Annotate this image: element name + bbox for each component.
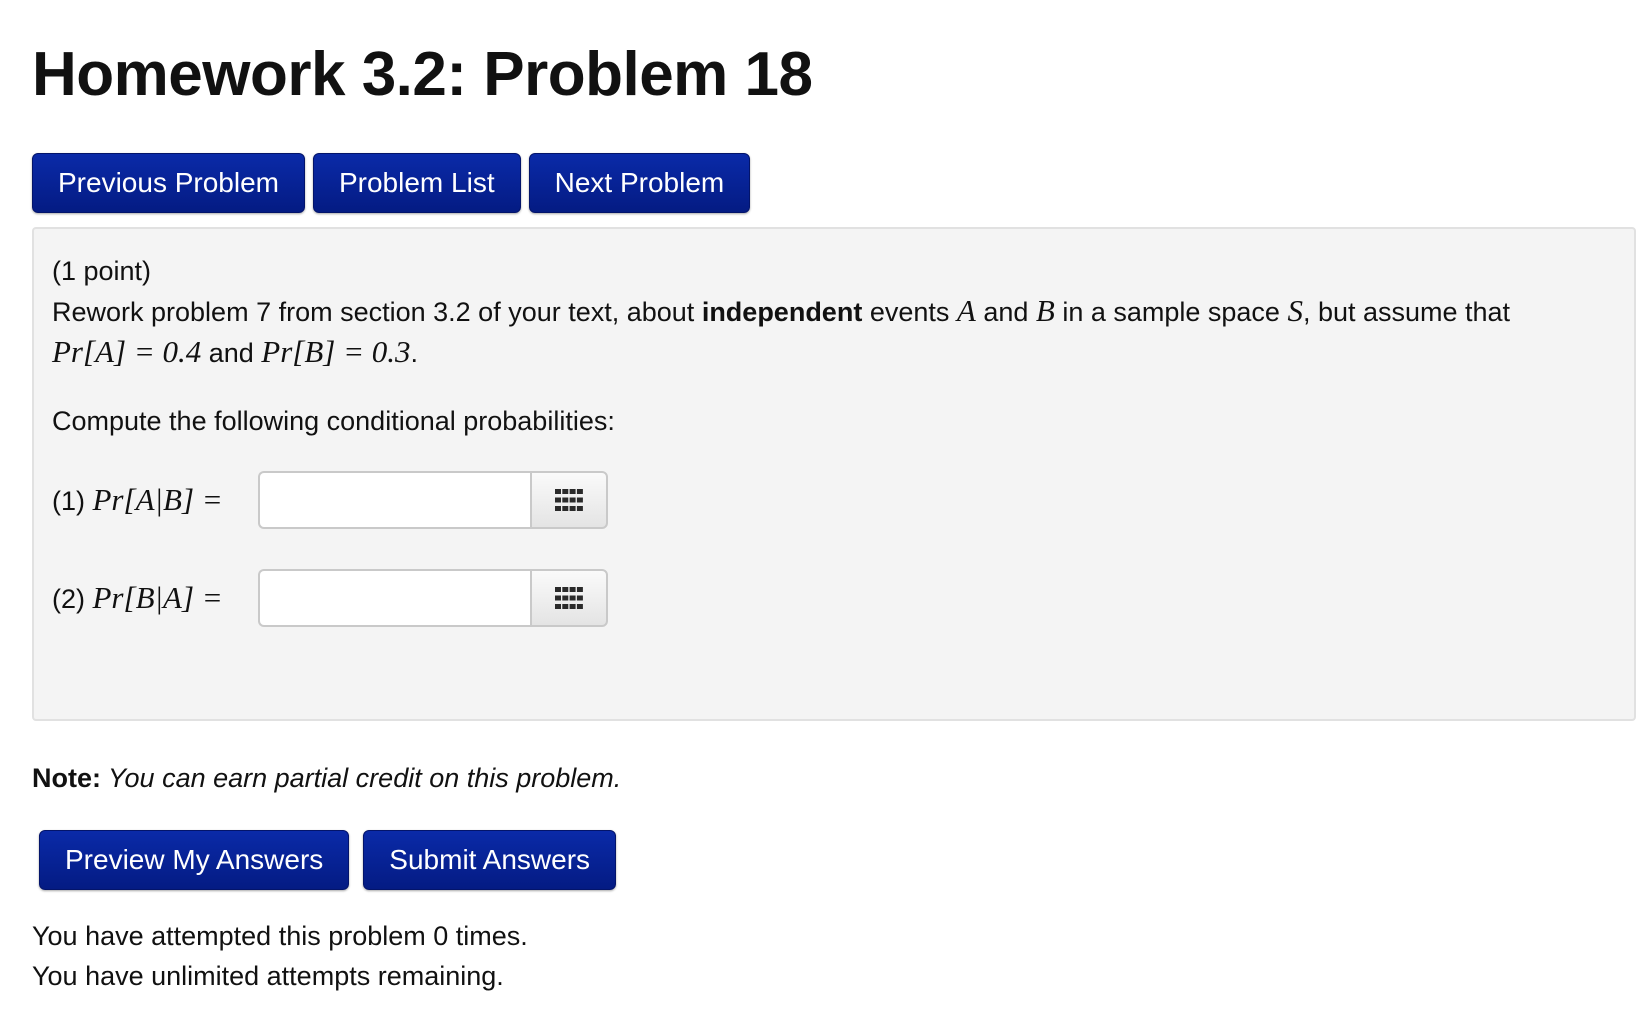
partial-credit-note: Note: You can earn partial credit on thi… bbox=[32, 763, 621, 794]
problem-nav: Previous Problem Problem List Next Probl… bbox=[32, 153, 751, 213]
note-label: Note: bbox=[32, 763, 101, 793]
statement-text: Rework problem 7 from section 3.2 of you… bbox=[52, 297, 702, 327]
previous-problem-button[interactable]: Previous Problem bbox=[32, 153, 305, 213]
math-event-a: A bbox=[956, 293, 976, 328]
grid-icon bbox=[555, 587, 583, 609]
submit-answers-button[interactable]: Submit Answers bbox=[363, 830, 617, 890]
equation-palette-button-2[interactable] bbox=[530, 569, 608, 627]
answer-input-2[interactable] bbox=[258, 569, 530, 627]
answer-number: (1) bbox=[52, 485, 93, 516]
statement-text: and bbox=[201, 338, 262, 368]
answer-actions: Preview My Answers Submit Answers bbox=[39, 830, 617, 890]
answer-input-1[interactable] bbox=[258, 471, 530, 529]
next-problem-button[interactable]: Next Problem bbox=[528, 153, 751, 213]
math-sample-space: S bbox=[1287, 293, 1303, 328]
math-given-a: Pr[A] = 0.4 bbox=[52, 334, 202, 369]
answer-field-group-1 bbox=[258, 471, 608, 529]
statement-text: . bbox=[410, 338, 419, 368]
math-given-b: Pr[B] = 0.3 bbox=[261, 334, 411, 369]
answer-label-1: (1) Pr[A|B] = bbox=[52, 480, 258, 521]
statement-text: and bbox=[975, 297, 1036, 327]
note-text: You can earn partial credit on this prob… bbox=[101, 763, 622, 793]
math-answer-expression: Pr[A|B] = bbox=[92, 481, 223, 517]
problem-list-button[interactable]: Problem List bbox=[312, 153, 521, 213]
statement-text: events bbox=[862, 297, 957, 327]
equation-palette-button-1[interactable] bbox=[530, 471, 608, 529]
answer-number: (2) bbox=[52, 583, 93, 614]
attempt-status: You have attempted this problem 0 times.… bbox=[32, 916, 528, 996]
statement-text: in a sample space bbox=[1054, 297, 1288, 327]
preview-answers-button[interactable]: Preview My Answers bbox=[39, 830, 350, 890]
answer-field-group-2 bbox=[258, 569, 608, 627]
answer-row-1: (1) Pr[A|B] = bbox=[52, 469, 1616, 531]
statement-emphasis: independent bbox=[701, 297, 863, 327]
math-answer-expression: Pr[B|A] = bbox=[92, 579, 223, 615]
attempts-text: You have attempted this problem 0 times. bbox=[32, 921, 528, 951]
problem-points: (1 point) bbox=[52, 256, 152, 286]
math-event-b: B bbox=[1035, 293, 1055, 328]
grid-icon bbox=[555, 489, 583, 511]
problem-instruction: Compute the following conditional probab… bbox=[52, 406, 615, 436]
remaining-attempts-text: You have unlimited attempts remaining. bbox=[32, 961, 504, 991]
answer-label-2: (2) Pr[B|A] = bbox=[52, 578, 258, 619]
problem-panel: (1 point) Rework problem 7 from section … bbox=[32, 227, 1636, 721]
page-title: Homework 3.2: Problem 18 bbox=[32, 40, 813, 109]
statement-text: , but assume that bbox=[1302, 297, 1511, 327]
answer-row-2: (2) Pr[B|A] = bbox=[52, 567, 1616, 629]
problem-statement: Rework problem 7 from section 3.2 of you… bbox=[52, 291, 1616, 373]
